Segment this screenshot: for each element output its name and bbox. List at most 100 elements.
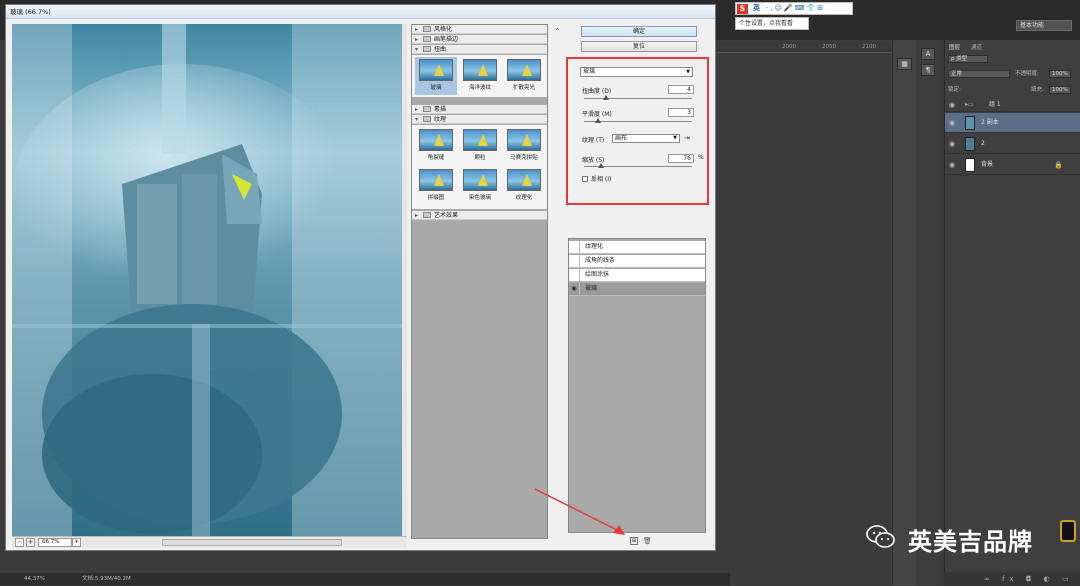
new-effect-layer-icon[interactable]: ⊞	[630, 537, 638, 545]
blend-mode-select[interactable]: 正常	[948, 70, 1010, 78]
preview-horizontal-scrollbar[interactable]	[162, 539, 342, 546]
filter-label: 颗粒	[474, 155, 486, 161]
category-artistic[interactable]: ▸ 艺术效果	[412, 211, 547, 220]
effect-layer-active[interactable]: ◉ 玻璃	[569, 283, 705, 296]
layer-2[interactable]: ◉ 2	[945, 134, 1080, 154]
distort-filters: 玻璃 海洋波纹 扩散亮光	[412, 55, 547, 97]
filter-texturizer[interactable]: 纹理化	[503, 167, 545, 205]
smoothness-slider[interactable]	[584, 118, 692, 123]
texture-select[interactable]: 画布 ▼	[612, 134, 680, 143]
eye-icon[interactable]: ◉	[949, 98, 955, 112]
layer-background[interactable]: ◉ 背景 🔒	[945, 155, 1080, 175]
collapse-icon[interactable]: ⌃	[554, 27, 561, 36]
sogou-logo-icon[interactable]: S	[737, 4, 748, 14]
scaling-input[interactable]: 76	[668, 154, 694, 163]
delete-effect-layer-icon[interactable]: 🗑	[643, 537, 652, 545]
fill-field[interactable]: 100%	[1049, 86, 1071, 94]
layers-bottom-toolbar[interactable]: ∞ fx ◘ ◐ ▭ ⊞ 🗑	[944, 572, 1080, 586]
eye-icon[interactable]: ◉	[949, 113, 955, 133]
filter-label: 拼缀图	[427, 195, 445, 201]
filter-ocean-ripple[interactable]: 海洋波纹	[459, 57, 501, 95]
category-brush-strokes[interactable]: ▸ 画笔描边	[412, 35, 547, 44]
invert-checkbox[interactable]	[582, 176, 588, 182]
ime-toolbar[interactable]: S 英 ·,☺🎤⌨👕⊞	[735, 2, 853, 15]
category-texture[interactable]: ▾ 纹理	[412, 115, 547, 124]
slider-knob[interactable]	[595, 118, 602, 123]
texture-label: 纹理 (T)	[582, 137, 605, 144]
eye-icon[interactable]: ◉	[949, 155, 955, 175]
status-doc-size: 文档:5.93M/40.2M	[82, 576, 131, 582]
visibility-toggle[interactable]	[569, 241, 580, 253]
effect-layer[interactable]: 成角的线条	[569, 255, 705, 268]
filter-thumbnail	[419, 129, 453, 151]
filter-diffuse-glow[interactable]: 扩散亮光	[503, 57, 545, 95]
chevron-right-icon: ▸	[415, 26, 419, 33]
filter-thumbnail	[507, 169, 541, 191]
tab-layers[interactable]: 图层	[949, 43, 960, 51]
paragraph-icon[interactable]: ¶	[921, 64, 935, 76]
folder-icon: ▸▭	[965, 101, 974, 108]
slider-knob[interactable]	[598, 163, 605, 168]
chevron-down-icon: ▾	[415, 46, 419, 53]
dialog-title: 玻璃 (66.7%)	[6, 5, 715, 19]
effect-name: 玻璃	[585, 285, 598, 292]
zoom-out-button[interactable]: -	[15, 538, 24, 547]
reset-button[interactable]: 复位	[581, 41, 697, 52]
category-label: 艺术效果	[434, 212, 459, 219]
category-distort[interactable]: ▾ 扭曲	[412, 45, 547, 54]
distortion-slider[interactable]	[584, 95, 692, 100]
filter-select-value: 玻璃	[583, 68, 596, 75]
filter-patchwork[interactable]: 拼缀图	[415, 167, 457, 205]
preview-vertical-scrollbar[interactable]	[402, 24, 407, 536]
filter-grain[interactable]: 颗粒	[459, 127, 501, 165]
distortion-input[interactable]: 4	[668, 85, 694, 94]
workspace-select[interactable]: 基本功能	[1016, 20, 1072, 31]
smoothness-input[interactable]: 3	[668, 108, 694, 117]
effect-layer[interactable]: 绘图涂抹	[569, 269, 705, 282]
ruler: 2000 2050 2100 2150	[718, 43, 911, 53]
zoom-select[interactable]: 66.7%	[38, 538, 72, 547]
filter-craquelure[interactable]: 龟裂缝	[415, 127, 457, 165]
filter-select[interactable]: 玻璃 ▼	[580, 67, 693, 77]
layer-kind-filter[interactable]: ρ 类型	[948, 55, 988, 63]
layer-name: 2	[981, 140, 985, 147]
layer-2-copy[interactable]: ◉ 2 副本	[945, 113, 1080, 133]
ok-button[interactable]: 确定	[581, 26, 697, 37]
filter-label: 染色玻璃	[468, 195, 491, 201]
visibility-toggle[interactable]	[569, 269, 580, 281]
lock-label: 锁定:	[948, 87, 961, 93]
filter-mosaic-tiles[interactable]: 马赛克拼贴	[503, 127, 545, 165]
smoothness-label: 平滑度 (M)	[582, 111, 612, 118]
category-stylize[interactable]: ▸ 风格化	[412, 25, 547, 34]
eye-icon[interactable]: ◉	[949, 134, 955, 154]
category-label: 风格化	[434, 26, 453, 33]
tab-channels[interactable]: 通道	[971, 43, 982, 51]
zoom-in-button[interactable]: +	[26, 538, 35, 547]
effect-layer[interactable]: 纹理化	[569, 241, 705, 254]
filter-label: 纹理化	[515, 195, 533, 201]
status-bar: 44.37% 文档:5.93M/40.2M	[0, 573, 730, 586]
scaling-slider[interactable]	[584, 163, 692, 168]
type-tool-icon[interactable]: A	[921, 48, 935, 60]
filter-label: 海洋波纹	[468, 85, 491, 91]
ime-language[interactable]: 英	[753, 3, 760, 14]
filter-settings: 玻璃 ▼ 扭曲度 (D) 4 平滑度 (M) 3 纹理 (T) 画布 ▼ ⇥ 缩放 …	[566, 57, 709, 205]
visibility-toggle[interactable]	[569, 255, 580, 267]
layer-group-1[interactable]: ◉ ▸▭ 组 1	[945, 98, 1080, 112]
opacity-field[interactable]: 100%	[1049, 70, 1071, 78]
filter-thumbnail	[507, 59, 541, 81]
history-icon[interactable]: ▦	[897, 58, 912, 70]
filter-stained-glass[interactable]: 染色玻璃	[459, 167, 501, 205]
filter-glass[interactable]: 玻璃	[415, 57, 457, 95]
filter-label: 扩散亮光	[512, 85, 535, 91]
fill-label: 填充:	[1031, 87, 1044, 93]
chevron-down-icon: ▾	[415, 116, 419, 123]
load-texture-icon[interactable]: ⇥	[684, 134, 690, 142]
chevron-right-icon: ▸	[415, 36, 419, 43]
category-sketch[interactable]: ▸ 素描	[412, 105, 547, 114]
zoom-dropdown-icon[interactable]: ▾	[72, 538, 81, 547]
eye-icon[interactable]: ◉	[569, 283, 580, 295]
preview-canvas[interactable]	[12, 24, 402, 536]
slider-knob[interactable]	[602, 95, 609, 100]
ime-icons[interactable]: ·,☺🎤⌨👕⊞	[766, 3, 825, 14]
